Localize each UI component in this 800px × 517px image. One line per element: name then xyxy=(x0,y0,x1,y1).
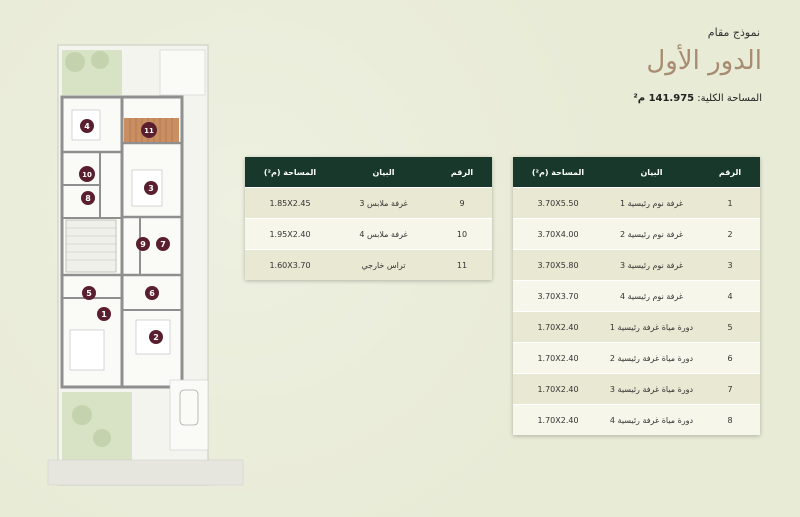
table-row: 6 دورة مياة غرفة رئيسية 2 1.70X2.40 xyxy=(513,342,760,374)
table-row: 10 غرفة ملابس 4 1.95X2.40 xyxy=(245,218,492,250)
street xyxy=(47,459,244,486)
room-marker-3: 3 xyxy=(144,181,158,195)
tree-icon xyxy=(72,405,92,425)
tree-icon xyxy=(65,52,85,72)
room-marker-9: 9 xyxy=(136,237,150,251)
room-marker-4: 4 xyxy=(80,119,94,133)
cell-desc: غرفة ملابس 3 xyxy=(335,187,432,219)
svg-text:11: 11 xyxy=(144,127,154,135)
cell-area: 1.70X2.40 xyxy=(513,404,603,435)
col-num: الرقم xyxy=(432,157,492,188)
table-row: 2 غرفة نوم رئيسية 2 3.70X4.00 xyxy=(513,218,760,250)
cell-num: 5 xyxy=(700,311,760,343)
total-area-label: المساحة الكلية: xyxy=(697,93,762,104)
tree-icon xyxy=(91,51,109,69)
room-marker-6: 6 xyxy=(145,286,159,300)
model-label: نموذج مقام xyxy=(707,26,760,39)
room-marker-7: 7 xyxy=(156,237,170,251)
col-desc: البيان xyxy=(335,157,432,188)
room-marker-2: 2 xyxy=(149,330,163,344)
table-row: 8 دورة مياة غرفة رئيسية 4 1.70X2.40 xyxy=(513,404,760,435)
car-parking xyxy=(169,379,209,451)
room-marker-10: 10 xyxy=(79,166,95,182)
bed-icon xyxy=(69,329,105,371)
cell-desc: دورة مياة غرفة رئيسية 1 xyxy=(603,311,700,343)
cell-num: 3 xyxy=(700,249,760,281)
cell-area: 1.85X2.45 xyxy=(245,187,335,219)
cell-area: 3.70X5.80 xyxy=(513,249,603,281)
svg-text:2: 2 xyxy=(153,333,159,342)
tree-icon xyxy=(93,429,111,447)
cell-area: 3.70X4.00 xyxy=(513,218,603,250)
table-row: 4 غرفة نوم رئيسية 4 3.70X3.70 xyxy=(513,280,760,312)
table-row: 3 غرفة نوم رئيسية 3 3.70X5.80 xyxy=(513,249,760,281)
cell-num: 9 xyxy=(432,187,492,219)
room-marker-5: 5 xyxy=(82,286,96,300)
cell-desc: دورة مياة غرفة رئيسية 4 xyxy=(603,404,700,435)
cell-desc: غرفة نوم رئيسية 4 xyxy=(603,280,700,312)
cell-desc: غرفة ملابس 4 xyxy=(335,218,432,250)
table-row: 7 دورة مياة غرفة رئيسية 3 1.70X2.40 xyxy=(513,373,760,405)
table-row: 1 غرفة نوم رئيسية 1 3.70X5.50 xyxy=(513,187,760,219)
svg-text:4: 4 xyxy=(84,122,90,131)
svg-text:1: 1 xyxy=(101,310,107,319)
svg-text:10: 10 xyxy=(82,171,92,179)
col-area: المساحة (م²) xyxy=(245,157,335,188)
cell-desc: غرفة نوم رئيسية 2 xyxy=(603,218,700,250)
rooms-table-side: الرقم البيان المساحة (م²) 9 غرفة ملابس 31… xyxy=(245,157,492,280)
cell-area: 3.70X5.50 xyxy=(513,187,603,219)
svg-text:6: 6 xyxy=(149,289,155,298)
room-marker-8: 8 xyxy=(81,191,95,205)
col-desc: البيان xyxy=(603,157,700,188)
floor-title: الدور الأول xyxy=(646,46,762,76)
cell-area: 3.70X3.70 xyxy=(513,280,603,312)
room-marker-1: 1 xyxy=(97,307,111,321)
table-row: 9 غرفة ملابس 3 1.85X2.45 xyxy=(245,187,492,219)
cell-num: 7 xyxy=(700,373,760,405)
room-marker-11: 11 xyxy=(141,122,157,138)
cell-area: 1.70X2.40 xyxy=(513,342,603,374)
floor-plan: 1 2 3 4 5 6 7 8 9 10 11 xyxy=(47,44,244,486)
cell-area: 1.95X2.40 xyxy=(245,218,335,250)
total-area: المساحة الكلية: 141.975 م² xyxy=(633,93,762,104)
cell-desc: تراس خارجي xyxy=(335,249,432,280)
svg-text:8: 8 xyxy=(85,194,91,203)
cell-num: 2 xyxy=(700,218,760,250)
col-num: الرقم xyxy=(700,157,760,188)
parking-top xyxy=(159,49,206,96)
cell-desc: دورة مياة غرفة رئيسية 2 xyxy=(603,342,700,374)
svg-text:3: 3 xyxy=(148,184,154,193)
cell-desc: دورة مياة غرفة رئيسية 3 xyxy=(603,373,700,405)
cell-area: 1.70X2.40 xyxy=(513,311,603,343)
cell-num: 4 xyxy=(700,280,760,312)
table-row: 5 دورة مياة غرفة رئيسية 1 1.70X2.40 xyxy=(513,311,760,343)
col-area: المساحة (م²) xyxy=(513,157,603,188)
total-area-value: 141.975 م² xyxy=(633,93,695,104)
cell-desc: غرفة نوم رئيسية 3 xyxy=(603,249,700,281)
svg-text:5: 5 xyxy=(86,289,92,298)
cell-num: 1 xyxy=(700,187,760,219)
cell-num: 8 xyxy=(700,404,760,435)
cell-area: 1.60X3.70 xyxy=(245,249,335,280)
cell-desc: غرفة نوم رئيسية 1 xyxy=(603,187,700,219)
table-row: 11 تراس خارجي 1.60X3.70 xyxy=(245,249,492,280)
cell-num: 11 xyxy=(432,249,492,280)
svg-text:9: 9 xyxy=(140,240,146,249)
cell-num: 10 xyxy=(432,218,492,250)
svg-text:7: 7 xyxy=(160,240,166,249)
garden-bottom xyxy=(62,392,132,462)
cell-num: 6 xyxy=(700,342,760,374)
rooms-table-main: الرقم البيان المساحة (م²) 1 غرفة نوم رئيس… xyxy=(513,157,760,435)
cell-area: 1.70X2.40 xyxy=(513,373,603,405)
